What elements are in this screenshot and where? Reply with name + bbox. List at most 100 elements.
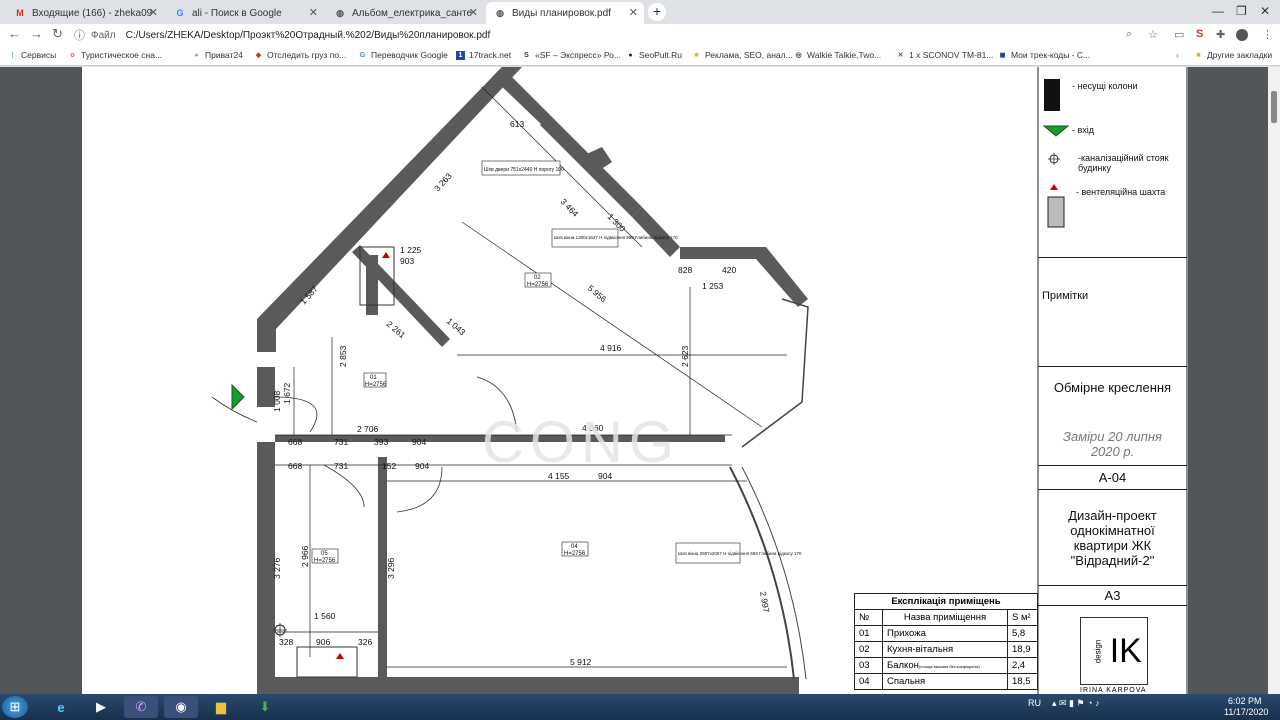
extensions-icon[interactable]: ✚: [1216, 28, 1225, 41]
balcony-note: (площа вказана без коефіцієнта): [918, 664, 980, 669]
google-icon: G: [176, 8, 184, 18]
tab-album[interactable]: ◍ Альбом_електрика_сантехніка_ ✕: [326, 2, 484, 24]
table-cell: 01: [854, 625, 883, 642]
clock-time[interactable]: 6:02 PM: [1228, 696, 1262, 706]
dimension-label: 1 043: [445, 316, 468, 338]
back-icon[interactable]: ←: [8, 26, 21, 41]
bookmark-item[interactable]: 1 17track.net: [456, 50, 511, 60]
internet-explorer-icon[interactable]: e: [44, 696, 78, 718]
dimension-label: 4 916: [600, 343, 622, 353]
scrollbar-thumb[interactable]: [1271, 91, 1277, 123]
avatar[interactable]: [1236, 29, 1248, 41]
viber-icon[interactable]: ✆: [124, 696, 158, 718]
close-icon[interactable]: ✕: [149, 6, 158, 19]
bookmark-item[interactable]: ● SeoPult.Ru: [626, 50, 682, 60]
cast-icon[interactable]: ▭: [1174, 28, 1184, 41]
new-tab-button[interactable]: +: [648, 3, 666, 21]
bookmark-label: Другие закладки: [1207, 50, 1273, 60]
sheet-number: А-04: [1038, 466, 1187, 490]
survey-date: Заміри 20 липня 2020 р.: [1038, 422, 1187, 466]
tab-pdf[interactable]: ◍ Виды планировок.pdf ✕: [486, 2, 644, 24]
close-icon[interactable]: ✕: [309, 6, 318, 19]
entrance-icon: [231, 383, 245, 411]
other-bookmarks[interactable]: ■ Другие закладки: [1194, 50, 1272, 60]
bookmark-item[interactable]: ◼ Мои трек-коды - С...: [998, 50, 1091, 60]
dimension-label: 906: [316, 637, 330, 647]
bookmark-item[interactable]: ⋮ Сервисы: [8, 50, 56, 60]
room-height: H=2756: [314, 558, 336, 564]
bookmark-label: Реклама, SEO, анал...: [705, 50, 793, 60]
address-bar[interactable]: ⓘ Файл C:/Users/ZHEKA/Desktop/Проэкт%20О…: [74, 25, 1144, 45]
bookmark-favicon-icon: ◆: [255, 51, 262, 59]
dimension-label: 152: [382, 461, 396, 471]
bookmark-favicon-icon: ✕: [897, 51, 904, 59]
forward-icon[interactable]: →: [30, 26, 43, 41]
room-number: 05: [321, 551, 328, 557]
bookmark-favicon-icon: ●: [194, 51, 199, 59]
zoom-icon[interactable]: ⌕: [1126, 28, 1132, 41]
media-player-icon[interactable]: ▶: [84, 696, 118, 718]
dimension-label: 2 997: [758, 591, 772, 614]
bookmark-item[interactable]: ◆ Отследить груз по...: [254, 50, 346, 60]
dimension-label: 326: [358, 637, 372, 647]
room-number: 01: [370, 375, 377, 381]
tab-strip: M Входящие (166) - zheka093@gm ✕ G ali -…: [0, 0, 1280, 24]
menu-icon[interactable]: ⋮: [1262, 28, 1273, 41]
dimension-label: 668: [288, 437, 302, 447]
bookmark-favicon-icon: o: [70, 51, 75, 59]
dimension-label: 668: [288, 461, 302, 471]
dimension-label: 904: [412, 437, 426, 447]
explication-table: Експлікація приміщень № Назва приміщення…: [854, 593, 1038, 690]
door-swing: [396, 466, 443, 513]
dimension-label: 2 966: [300, 545, 310, 567]
dimension-label: 828: [678, 265, 692, 275]
wall-bay-side: [756, 247, 808, 307]
bookmark-item[interactable]: ◎ Walkie Talkie,Two...: [794, 50, 881, 60]
start-button[interactable]: ⊞: [2, 696, 28, 718]
extension-s-icon[interactable]: S: [1196, 28, 1203, 40]
drawing-type: Обмірне креслення: [1053, 379, 1172, 395]
bookmarks-bar: ⋮ Сервисы o Туристическое сна... ● Приват24…: [0, 46, 1280, 66]
star-icon[interactable]: ☆: [1148, 28, 1158, 41]
scrollbar[interactable]: [1268, 67, 1280, 694]
table-cell: Прихожа: [882, 625, 1008, 642]
chrome-icon[interactable]: ◉: [164, 696, 198, 718]
room-number: 04: [571, 544, 578, 550]
language-indicator[interactable]: RU: [1028, 698, 1041, 708]
tray-icons[interactable]: ▴ ✉ ▮ ⚑ ◔ ♪: [1052, 698, 1100, 709]
reload-icon[interactable]: ↻: [52, 26, 63, 42]
entrance-icon: [1042, 125, 1070, 137]
minimize-icon[interactable]: —: [1212, 4, 1224, 18]
ventilation-shaft-icon: [382, 252, 390, 258]
bookmark-item[interactable]: S «SF – Экспресс» Ро...: [522, 50, 621, 60]
column-icon: [1044, 79, 1060, 111]
tab-google-search[interactable]: G ali - Поиск в Google ✕: [166, 2, 324, 24]
project-title: Дизайн-проект однокімнатної квартири ЖК …: [1038, 490, 1187, 586]
clock-date[interactable]: 11/17/2020: [1224, 707, 1268, 717]
globe-icon: ◍: [496, 7, 504, 18]
file-explorer-icon[interactable]: ▆: [204, 696, 238, 718]
bookmark-item[interactable]: ✕ 1 x SCONOV TM-81...: [896, 50, 994, 60]
gmail-icon: M: [16, 8, 24, 18]
apps-icon: ⋮: [9, 51, 16, 59]
dimension-label: 1 253: [702, 281, 724, 291]
torrent-icon[interactable]: ⬇: [248, 696, 282, 718]
close-icon[interactable]: ✕: [629, 6, 638, 19]
ventilation-shaft-icon: [1050, 184, 1058, 190]
bookmark-label: «SF – Экспресс» Ро...: [535, 50, 621, 60]
info-icon[interactable]: ⓘ: [74, 27, 85, 43]
tab-gmail[interactable]: M Входящие (166) - zheka093@gm ✕: [6, 2, 164, 24]
close-window-icon[interactable]: ✕: [1260, 4, 1270, 18]
maximize-icon[interactable]: ❐: [1236, 4, 1247, 18]
bay-window: [741, 298, 809, 448]
close-icon[interactable]: ✕: [469, 6, 478, 19]
table-cell: 2,4: [1007, 657, 1038, 674]
bookmark-item[interactable]: ● Приват24: [192, 50, 243, 60]
bookmark-label: 17track.net: [469, 50, 512, 60]
bookmark-item[interactable]: o Туристическое сна...: [68, 50, 162, 60]
bookmark-item[interactable]: ■ Реклама, SEO, анал...: [692, 50, 793, 60]
table-cell: 18,9: [1007, 641, 1038, 658]
chevron-right-icon[interactable]: ›: [1176, 50, 1179, 60]
url-scheme: Файл: [91, 29, 116, 41]
bookmark-item[interactable]: G Переводчик Google: [358, 50, 448, 60]
